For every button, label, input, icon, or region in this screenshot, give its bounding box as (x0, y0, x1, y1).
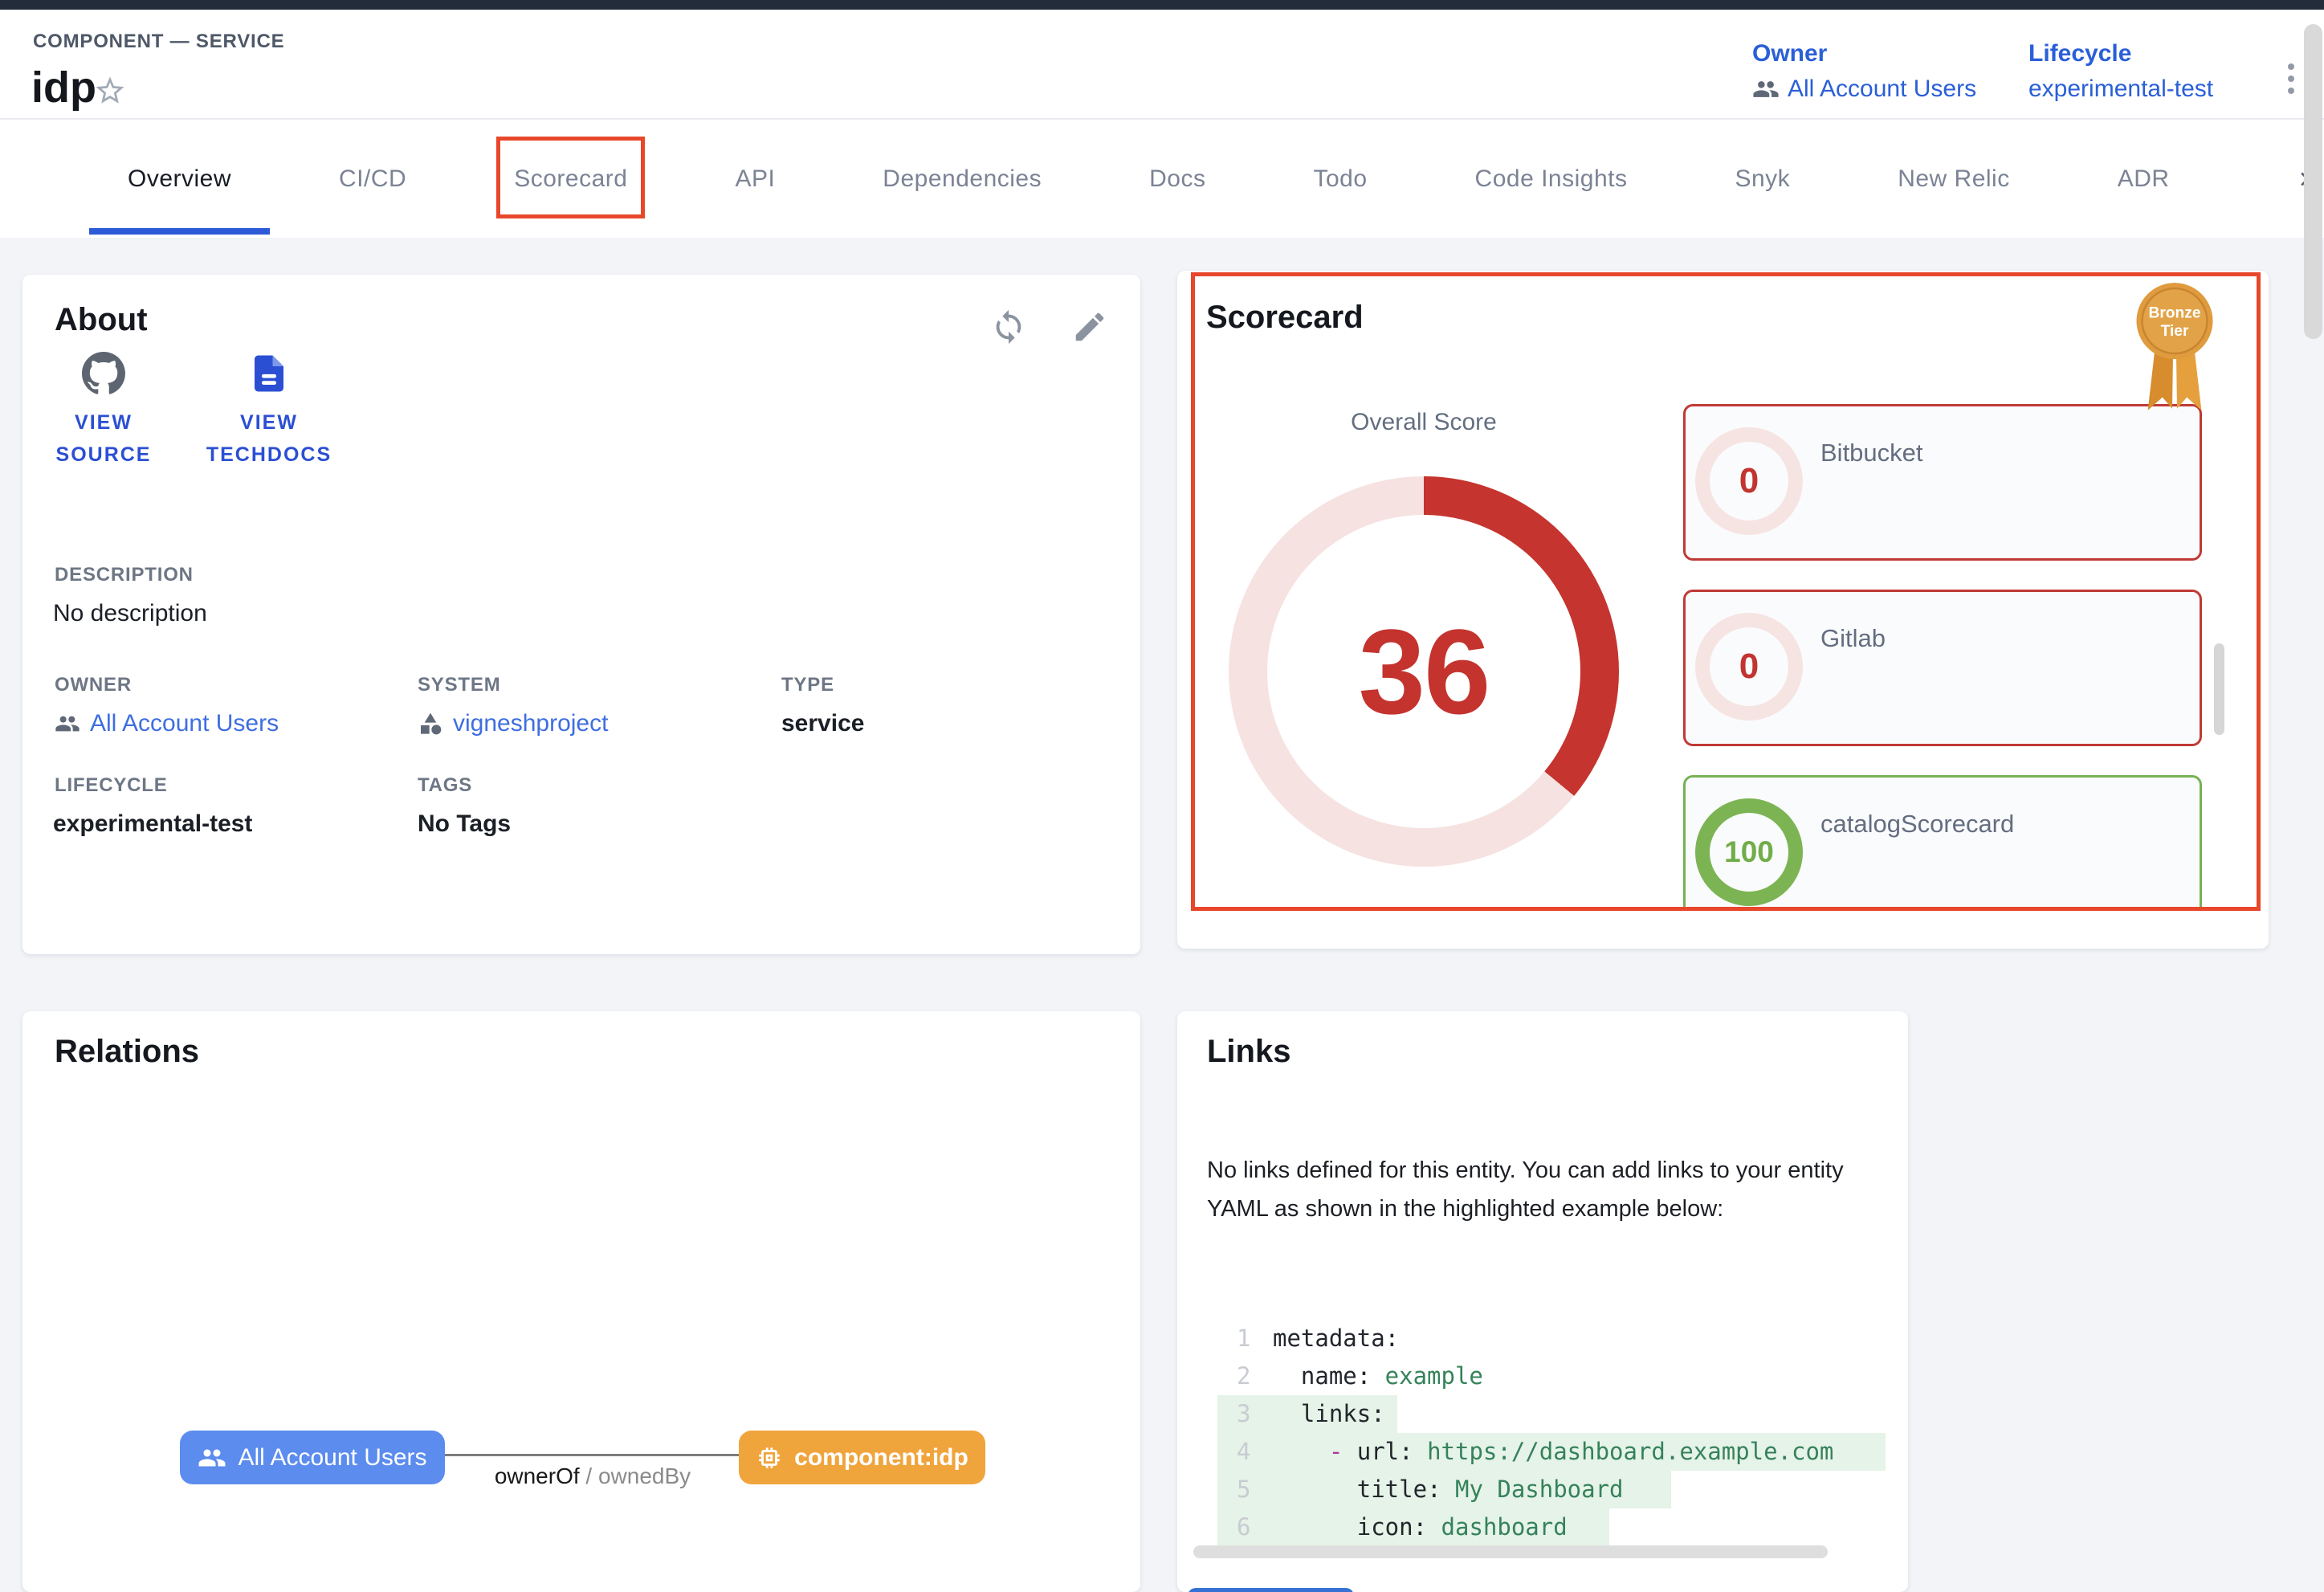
code-line-1: 1metadata: (1217, 1320, 1886, 1357)
links-bottom-button[interactable] (1188, 1588, 1354, 1592)
item-score: 0 (1739, 461, 1759, 501)
tab-ci-cd[interactable]: CI/CD (300, 120, 445, 238)
tab-api[interactable]: API (696, 120, 813, 238)
code-line-2: 2 name: example (1217, 1357, 1886, 1395)
tags-field-label: TAGS (418, 774, 472, 797)
view-techdocs-button[interactable]: VIEW TECHDOCS (177, 352, 361, 471)
entity-tab-bar: Overview CI/CD Scorecard API Dependencies Doc… (0, 120, 2324, 238)
tab-dependencies[interactable]: Dependencies (844, 120, 1080, 238)
relations-title: Relations (55, 1034, 199, 1070)
item-name: Gitlab (1820, 624, 1886, 653)
system-field-link[interactable]: vigneshproject (418, 710, 608, 737)
relation-node-owner[interactable]: All Account Users (180, 1431, 445, 1484)
chip-icon (756, 1444, 783, 1472)
links-card: Links No links defined for this entity. … (1177, 1011, 1908, 1592)
tier-badge-line1: Bronze (2148, 305, 2200, 322)
tab-code-insights[interactable]: Code Insights (1437, 120, 1666, 238)
bronze-tier-badge: Bronze Tier (2125, 276, 2224, 430)
type-field-label: TYPE (781, 674, 834, 696)
entity-header: COMPONENT — SERVICE idp Owner All Accoun… (0, 10, 2324, 120)
code-line-3: 3 links: (1217, 1395, 1886, 1433)
tab-list: Overview CI/CD Scorecard API Dependencies Doc… (89, 120, 2285, 238)
system-field-label: SYSTEM (418, 674, 500, 696)
scorecard-title: Scorecard (1206, 300, 1364, 336)
overall-score-value: 36 (1359, 602, 1490, 741)
code-line-5: 5 title: My Dashboard (1217, 1471, 1886, 1508)
item-name: catalogScorecard (1820, 810, 2014, 839)
tier-badge-line2: Tier (2161, 323, 2189, 340)
lifecycle-value: experimental-test (2028, 76, 2213, 103)
owner-link[interactable]: All Account Users (1752, 76, 1976, 103)
links-empty-message: No links defined for this entity. You ca… (1207, 1151, 1886, 1228)
people-icon (1752, 76, 1780, 103)
tab-docs[interactable]: Docs (1111, 120, 1244, 238)
about-card: About VIEW SOURCE VIEW TECHDOCS DESCRIPT… (22, 275, 1140, 954)
techdocs-icon (247, 352, 291, 395)
owner-label: Owner (1752, 40, 1976, 67)
description-label: DESCRIPTION (55, 564, 194, 586)
view-source-button[interactable]: VIEW SOURCE (43, 352, 164, 471)
scorecard-item-list: 0 Bitbucket 0 Gitlab 100 catalogScorecard (1683, 404, 2207, 908)
lifecycle-field-value: experimental-test (53, 810, 252, 838)
score-ring-icon: 0 (1695, 613, 1803, 720)
type-field-value: service (781, 710, 864, 737)
page-title: idp (31, 63, 96, 112)
more-options-icon[interactable] (2275, 56, 2307, 101)
item-score: 100 (1724, 835, 1774, 869)
lifecycle-label: Lifecycle (2028, 40, 2213, 67)
lifecycle-field-label: LIFECYCLE (55, 774, 168, 797)
tab-todo[interactable]: Todo (1274, 120, 1405, 238)
item-name: Bitbucket (1820, 439, 1923, 467)
tab-new-relic[interactable]: New Relic (1859, 120, 2049, 238)
owner-field-link[interactable]: All Account Users (55, 710, 279, 737)
header-owner-block: Owner All Account Users (1752, 40, 1976, 103)
scorecard-card: Scorecard Bronze Tier Overall Score 36 0… (1177, 271, 2269, 949)
github-icon (82, 352, 125, 395)
score-ring-icon: 100 (1695, 798, 1803, 906)
owner-field-label: OWNER (55, 674, 132, 696)
system-icon (418, 711, 443, 737)
about-quick-links: VIEW SOURCE VIEW TECHDOCS (43, 352, 361, 471)
favorite-star-icon[interactable] (93, 74, 127, 108)
code-line-4: 4 - url: https://dashboard.example.com (1217, 1433, 1886, 1471)
code-line-6: 6 icon: dashboard (1217, 1508, 1886, 1546)
scorecard-item-gitlab[interactable]: 0 Gitlab (1683, 590, 2202, 746)
description-value: No description (53, 600, 207, 627)
people-icon (55, 711, 80, 737)
item-score: 0 (1739, 647, 1759, 687)
scorecard-item-catalogscorecard[interactable]: 100 catalogScorecard (1683, 775, 2202, 908)
tags-field-value: No Tags (418, 810, 511, 838)
yaml-code-block: 1metadata:2 name: example3 links:4 - url… (1217, 1320, 1886, 1546)
breadcrumb: COMPONENT — SERVICE (33, 31, 284, 53)
refresh-icon[interactable] (990, 308, 1027, 345)
overall-score-label: Overall Score (1229, 409, 1619, 436)
header-lifecycle-block: Lifecycle experimental-test (2028, 40, 2213, 103)
overall-score-donut: 36 (1229, 476, 1619, 867)
tab-overview[interactable]: Overview (89, 120, 270, 238)
about-title: About (55, 302, 148, 338)
tab-snyk[interactable]: Snyk (1696, 120, 1829, 238)
page-scrollbar[interactable] (2304, 24, 2322, 339)
score-ring-icon: 0 (1695, 427, 1803, 535)
people-icon (198, 1443, 226, 1472)
top-system-bar (0, 0, 2324, 10)
relations-card: Relations All Account Users component:id… (22, 1011, 1140, 1592)
tab-scorecard[interactable]: Scorecard (475, 120, 666, 238)
relation-node-component[interactable]: component:idp (739, 1431, 985, 1484)
code-horizontal-scrollbar[interactable] (1193, 1545, 1828, 1558)
links-title: Links (1207, 1034, 1290, 1070)
tab-adr[interactable]: ADR (2079, 120, 2208, 238)
content-area: About VIEW SOURCE VIEW TECHDOCS DESCRIPT… (0, 238, 2324, 1592)
scorecard-list-scrollbar[interactable] (2214, 643, 2224, 735)
edit-icon[interactable] (1071, 308, 1108, 345)
relation-edge-line (445, 1454, 739, 1456)
relation-edge-label: ownerOf / ownedBy (446, 1463, 739, 1489)
